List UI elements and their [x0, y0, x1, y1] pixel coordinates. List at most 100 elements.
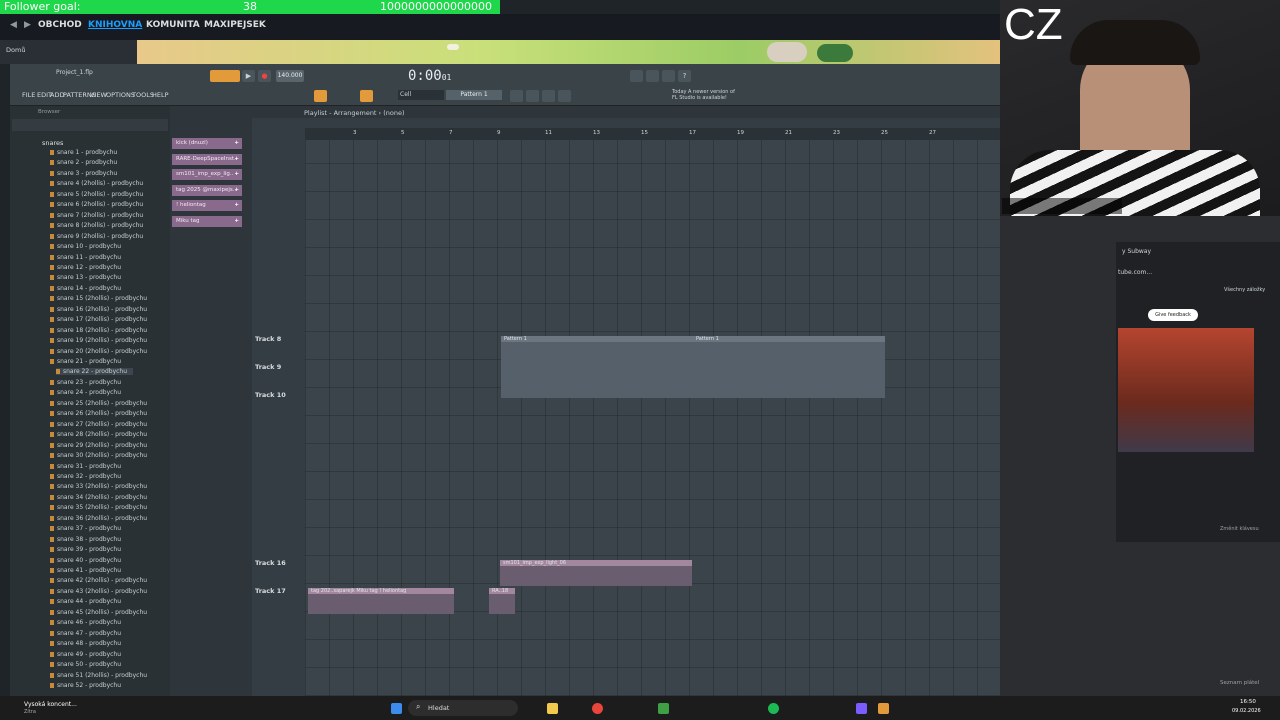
- nav-profile[interactable]: MAXIPEJSEK: [204, 20, 266, 30]
- channel-rack-icon[interactable]: [542, 90, 555, 102]
- mixer-icon[interactable]: [558, 90, 571, 102]
- add-icon[interactable]: +: [234, 154, 239, 165]
- browser-item[interactable]: snare 17 (2hollis) - prodbychu: [50, 316, 147, 323]
- browser-item[interactable]: snare 23 - prodbychu: [50, 379, 121, 386]
- browser-item[interactable]: snare 5 (2hollis) - prodbychu: [50, 191, 143, 198]
- menu-options[interactable]: OPTIONS: [106, 91, 135, 99]
- chrome-icon[interactable]: [592, 703, 603, 714]
- browser-item[interactable]: snare 42 (2hollis) - prodbychu: [50, 577, 147, 584]
- browser-item[interactable]: snare 50 - prodbychu: [50, 661, 121, 668]
- browser-item[interactable]: snare 26 (2hollis) - prodbychu: [50, 410, 147, 417]
- browser-item[interactable]: snare 48 - prodbychu: [50, 640, 121, 647]
- add-icon[interactable]: +: [234, 216, 239, 227]
- clock-date[interactable]: 09.02.2026: [1232, 708, 1261, 714]
- browser-item[interactable]: snare 9 (2hollis) - prodbychu: [50, 233, 143, 240]
- browser-item[interactable]: snare 43 (2hollis) - prodbychu: [50, 588, 147, 595]
- browser-item[interactable]: snare 25 (2hollis) - prodbychu: [50, 400, 147, 407]
- clock-time[interactable]: 16:50: [1240, 699, 1256, 705]
- browser-folder[interactable]: snares: [42, 139, 63, 147]
- browser-item[interactable]: snare 15 (2hollis) - prodbychu: [50, 295, 147, 302]
- browser-item[interactable]: snare 10 - prodbychu: [50, 243, 121, 250]
- browser-item[interactable]: snare 8 (2hollis) - prodbychu: [50, 222, 143, 229]
- channel-button[interactable]: tag 2025 @maxipejs.. +: [172, 184, 242, 196]
- browser-item[interactable]: snare 28 (2hollis) - prodbychu: [50, 431, 147, 438]
- browser-item[interactable]: snare 22 - prodbychu: [56, 368, 134, 376]
- browser-item[interactable]: snare 14 - prodbychu: [50, 285, 121, 292]
- add-icon[interactable]: +: [234, 138, 239, 149]
- browser-item[interactable]: snare 45 (2hollis) - prodbychu: [50, 609, 147, 616]
- pattern-song-toggle[interactable]: [210, 70, 240, 82]
- chrome-bookmarks[interactable]: Všechny záložky: [1224, 287, 1265, 293]
- pattern-select[interactable]: Pattern 1: [446, 90, 502, 100]
- taskbar-search[interactable]: ⌕ Hledat: [408, 700, 518, 716]
- pattern-clip[interactable]: Pattern 1: [501, 336, 693, 398]
- add-icon[interactable]: +: [234, 185, 239, 196]
- browser-item[interactable]: snare 44 - prodbychu: [50, 598, 121, 605]
- play-button[interactable]: ▶: [242, 70, 255, 82]
- browser-item[interactable]: snare 38 - prodbychu: [50, 536, 121, 543]
- channel-button[interactable]: RARE-DeepSpaceInst.. +: [172, 153, 242, 165]
- help-icon[interactable]: ?: [678, 70, 691, 82]
- home-link[interactable]: Domů: [6, 46, 25, 54]
- browser-item[interactable]: snare 35 (2hollis) - prodbychu: [50, 504, 147, 511]
- browser-item[interactable]: snare 21 - prodbychu: [50, 358, 121, 365]
- track-label[interactable]: Track 10: [255, 391, 286, 399]
- audio-clip[interactable]: sm101_imp_exp_light_06: [500, 560, 692, 586]
- browser-item[interactable]: snare 3 - prodbychu: [50, 170, 117, 177]
- tempo-display[interactable]: 140.000: [276, 70, 304, 82]
- start-icon[interactable]: [391, 703, 402, 714]
- channel-button[interactable]: kick (dnuzi) +: [172, 138, 242, 149]
- record-button[interactable]: ●: [258, 70, 271, 82]
- browser-item[interactable]: snare 29 (2hollis) - prodbychu: [50, 442, 147, 449]
- browser-item[interactable]: snare 33 (2hollis) - prodbychu: [50, 483, 147, 490]
- feedback-button[interactable]: Give feedback: [1148, 309, 1198, 321]
- browser-item[interactable]: snare 1 - prodbychu: [50, 149, 117, 156]
- track-label[interactable]: Track 17: [255, 587, 286, 595]
- nav-store[interactable]: OBCHOD: [38, 20, 82, 30]
- browser-item[interactable]: snare 37 - prodbychu: [50, 525, 121, 532]
- channel-button[interactable]: sm101_imp_exp_lig.. +: [172, 169, 242, 180]
- forward-icon[interactable]: ▶: [24, 20, 31, 30]
- mic-icon[interactable]: [662, 70, 675, 82]
- timeline-ruler[interactable]: 3 5 7 9 11 13 15 17 19 21 23 25 27: [305, 128, 1000, 140]
- chrome-tab[interactable]: y Subway: [1122, 248, 1151, 255]
- tool-paint-icon[interactable]: [360, 90, 373, 102]
- browser-item[interactable]: snare 12 - prodbychu: [50, 264, 121, 271]
- browser-item[interactable]: snare 34 (2hollis) - prodbychu: [50, 494, 147, 501]
- browser-item[interactable]: snare 20 (2hollis) - prodbychu: [50, 348, 147, 355]
- channel-button[interactable]: ! heliontag +: [172, 200, 242, 211]
- weather-widget[interactable]: Vysoká koncent...: [24, 701, 77, 708]
- menu-tools[interactable]: TOOLS: [132, 91, 154, 99]
- browser-item[interactable]: snare 16 (2hollis) - prodbychu: [50, 306, 147, 313]
- browser-item[interactable]: snare 27 (2hollis) - prodbychu: [50, 421, 147, 428]
- browser-item[interactable]: snare 49 - prodbychu: [50, 651, 121, 658]
- menu-view[interactable]: VIEW: [90, 91, 107, 99]
- explorer-icon[interactable]: [547, 703, 558, 714]
- add-icon[interactable]: +: [234, 200, 239, 211]
- browser-item[interactable]: snare 24 - prodbychu: [50, 389, 121, 396]
- metronome-icon[interactable]: [630, 70, 643, 82]
- browser-item[interactable]: snare 30 (2hollis) - prodbychu: [50, 452, 147, 459]
- wait-icon[interactable]: [646, 70, 659, 82]
- pattern-clip[interactable]: Pattern 1: [693, 336, 885, 398]
- browser-item[interactable]: snare 52 - prodbychu: [50, 682, 121, 689]
- track-label[interactable]: Track 8: [255, 335, 281, 343]
- update-notice[interactable]: Today A newer version of FL Studio is av…: [672, 89, 742, 101]
- browser-item[interactable]: snare 36 (2hollis) - prodbychu: [50, 515, 147, 522]
- browser-item[interactable]: snare 31 - prodbychu: [50, 463, 121, 470]
- playlist-icon[interactable]: [510, 90, 523, 102]
- back-icon[interactable]: ◀: [10, 20, 17, 30]
- browser-item[interactable]: snare 46 - prodbychu: [50, 619, 121, 626]
- browser-item[interactable]: snare 19 (2hollis) - prodbychu: [50, 337, 147, 344]
- track-label[interactable]: Track 9: [255, 363, 281, 371]
- browser-item[interactable]: snare 4 (2hollis) - prodbychu: [50, 180, 143, 187]
- browser-item[interactable]: snare 13 - prodbychu: [50, 274, 121, 281]
- browser-item[interactable]: snare 39 - prodbychu: [50, 546, 121, 553]
- browser-item[interactable]: snare 51 (2hollis) - prodbychu: [50, 672, 147, 679]
- nav-community[interactable]: KOMUNITA: [146, 20, 200, 30]
- audio-clip[interactable]: tag 202..saparejk Miku tag ! heliontag: [308, 588, 454, 614]
- chrome-url[interactable]: tube.com...: [1118, 269, 1152, 276]
- channel-button[interactable]: Miku tag +: [172, 215, 242, 227]
- spotify-icon[interactable]: [768, 703, 779, 714]
- app-icon[interactable]: [658, 703, 669, 714]
